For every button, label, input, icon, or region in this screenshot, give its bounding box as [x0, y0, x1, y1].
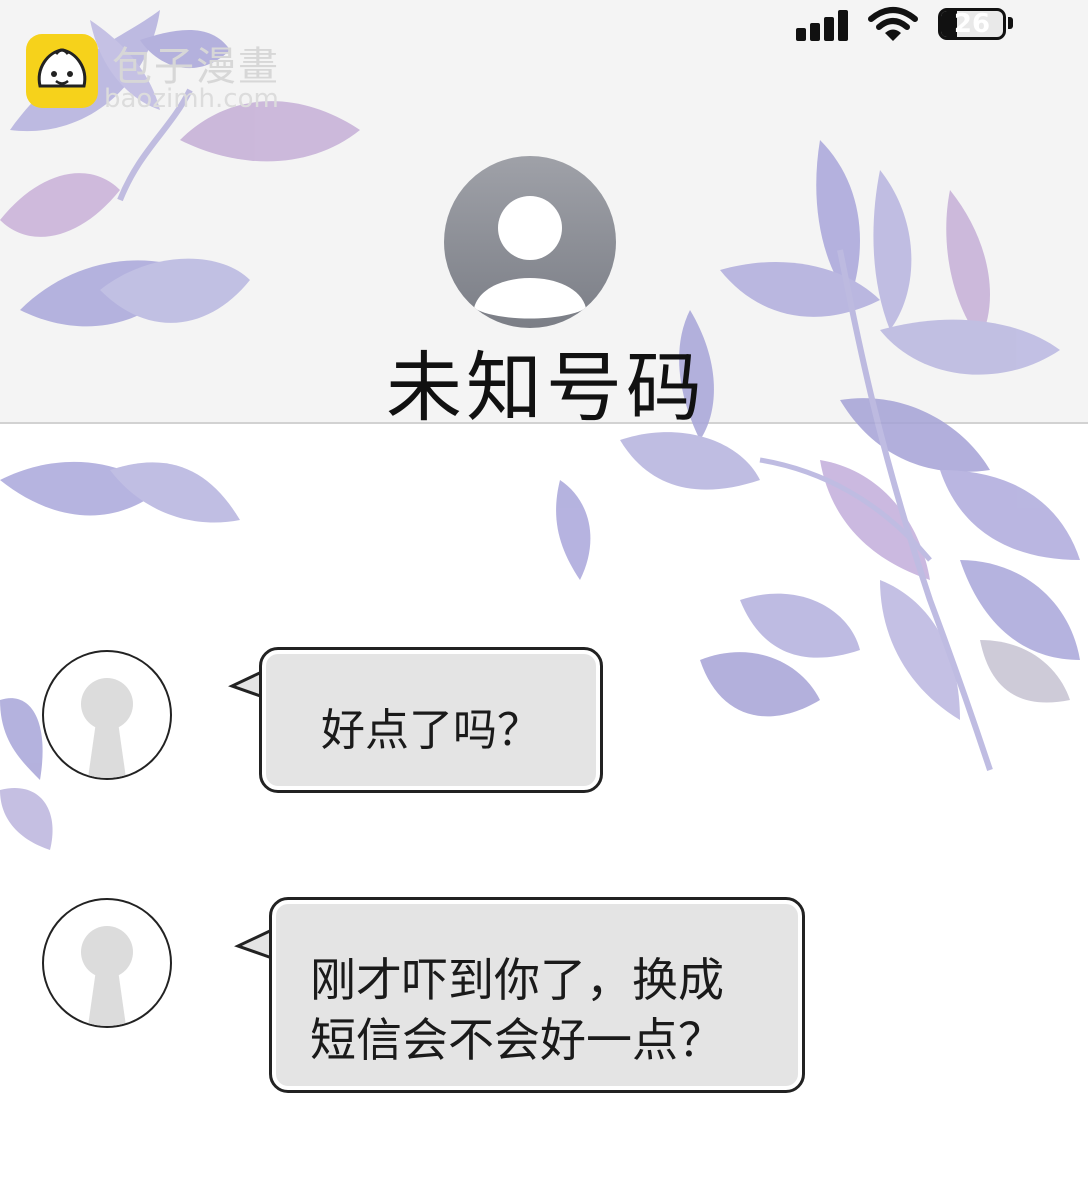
contact-name[interactable]: 未知号码	[386, 326, 716, 436]
message-text-line-1: 刚才吓到你了，换成	[310, 953, 724, 1007]
message-bubble[interactable]: 刚才吓到你了，换成 短信会不会好一点？	[269, 897, 805, 1093]
message-text-line-2: 短信会不会好一点？	[310, 1013, 724, 1067]
watermark-url: baozimh.com	[104, 84, 279, 114]
cellular-signal-icon	[796, 8, 854, 46]
message-bubble[interactable]: 好点了吗？	[259, 647, 603, 793]
wifi-icon	[868, 6, 918, 48]
sender-avatar-icon[interactable]	[42, 650, 172, 780]
battery-cap	[1008, 17, 1013, 29]
contact-avatar-icon[interactable]	[444, 156, 616, 328]
bubble-tail	[234, 928, 273, 960]
watermark-logo-icon	[26, 34, 98, 108]
message-text: 好点了吗？	[321, 705, 541, 756]
battery-level: 26	[953, 9, 991, 39]
sender-avatar-icon[interactable]	[42, 898, 172, 1028]
battery-indicator: 26	[938, 8, 1006, 40]
